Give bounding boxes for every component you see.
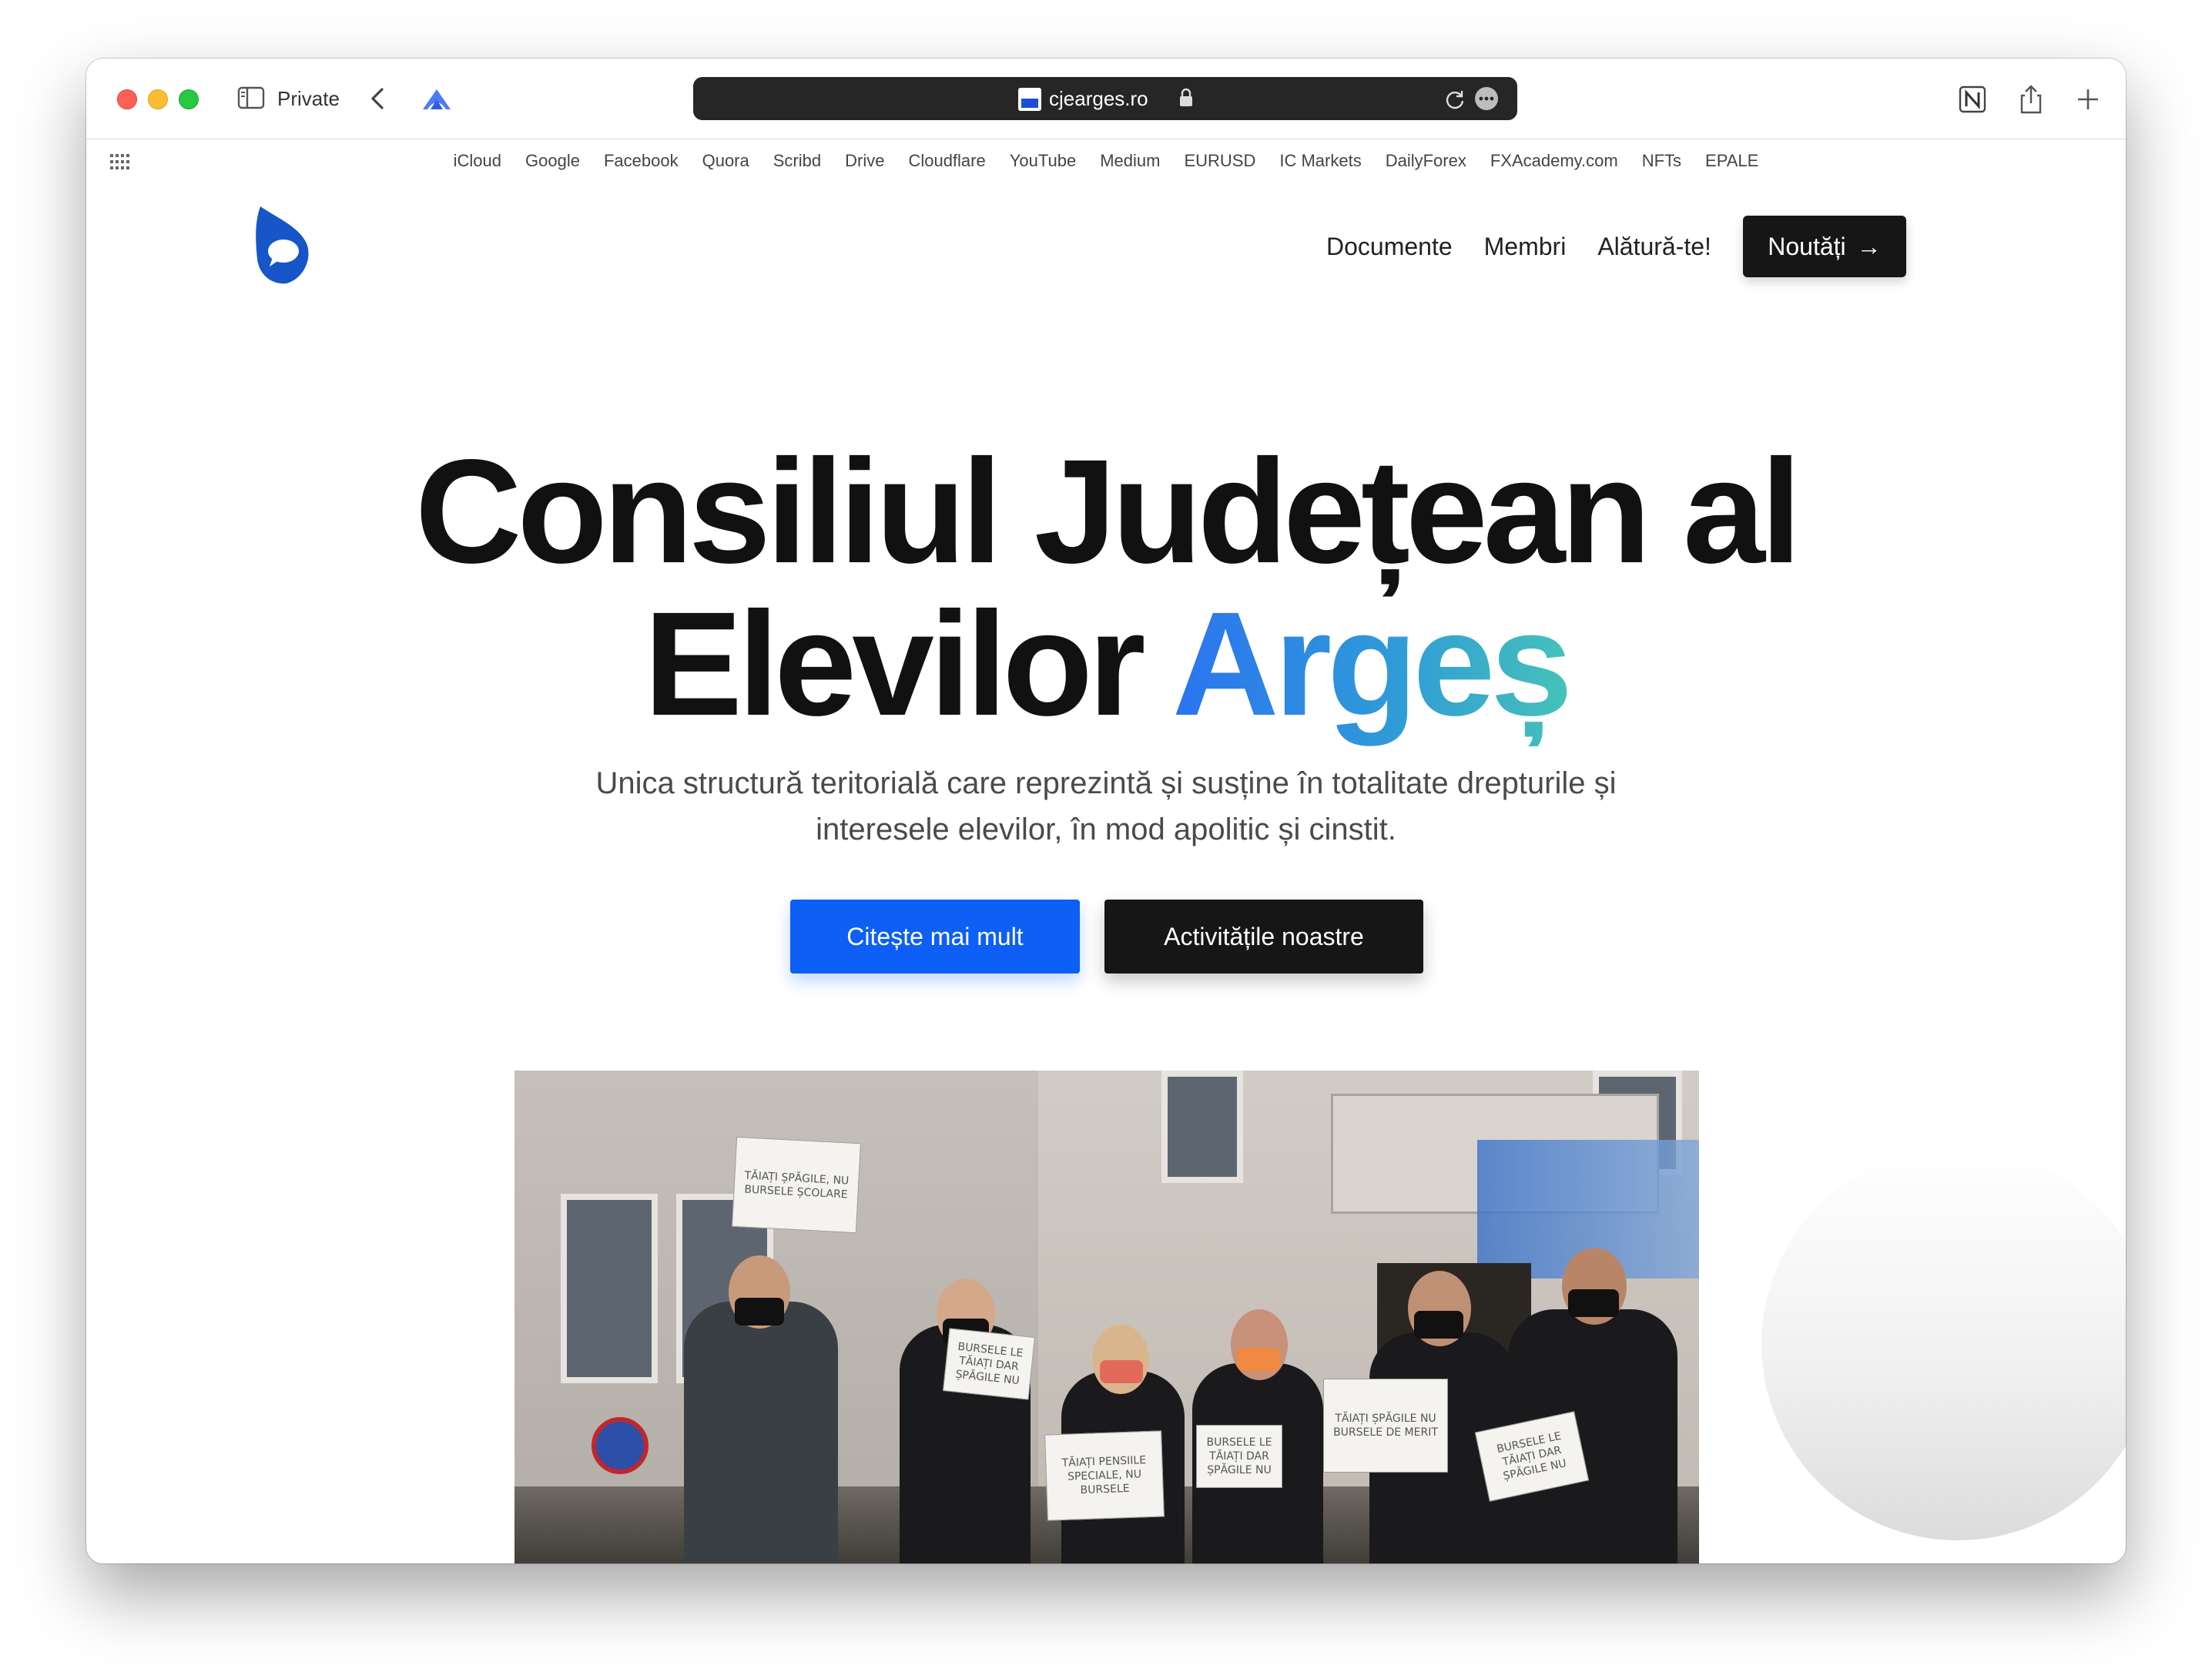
activities-button[interactable]: Activitățile noastre	[1104, 900, 1423, 974]
lock-icon	[1180, 88, 1192, 106]
favorite-fxacademy[interactable]: FXAcademy.com	[1490, 150, 1618, 172]
favorite-dailyforex[interactable]: DailyForex	[1386, 150, 1466, 172]
hero-title: Consiliul Județean al Elevilor Argeș	[86, 435, 2126, 740]
browser-window: Private cjearges.ro iCloud Google Facebo…	[86, 59, 2126, 1563]
nav-alatura-te[interactable]: Alătură-te!	[1597, 216, 1711, 277]
favorites-bar: iCloud Google Facebook Quora Scribd Driv…	[86, 139, 2126, 186]
hero-title-line2: Elevilor Argeș	[86, 588, 2126, 740]
site-logo-icon[interactable]	[253, 203, 310, 285]
main-nav: Documente Membri Alătură-te! Noutăți →	[1326, 216, 1906, 277]
address-bar[interactable]: cjearges.ro	[693, 77, 1517, 120]
private-mode-label: Private	[277, 87, 340, 110]
reload-icon[interactable]	[1443, 88, 1466, 111]
hero-photo-protest: TĂIAȚI ȘPĂGILE, NU BURSELE ȘCOLARE BURSE…	[514, 1071, 1699, 1563]
web-page: Documente Membri Alătură-te! Noutăți → C…	[86, 185, 2126, 1563]
favorite-icloud[interactable]: iCloud	[454, 150, 501, 172]
favorite-quora[interactable]: Quora	[702, 150, 749, 172]
share-icon[interactable]	[2015, 83, 2047, 116]
site-favicon	[1018, 88, 1041, 111]
favorite-drive[interactable]: Drive	[845, 150, 884, 172]
nav-membri[interactable]: Membri	[1484, 216, 1567, 277]
url-text: cjearges.ro	[1049, 87, 1148, 110]
hero-title-plain: Elevilor	[643, 581, 1172, 746]
decorative-circle	[1761, 1148, 2126, 1540]
minimize-window-button[interactable]	[148, 89, 168, 109]
noutati-label: Noutăți	[1768, 232, 1846, 260]
favorite-medium[interactable]: Medium	[1100, 150, 1160, 172]
no-parking-sign-icon	[592, 1417, 649, 1474]
hero-subtitle: Unica structură teritorială care reprezi…	[595, 766, 1617, 846]
favorite-eurusd[interactable]: EURUSD	[1184, 150, 1255, 172]
favorite-epale[interactable]: EPALE	[1705, 150, 1758, 172]
hero-title-accent: Argeș	[1171, 581, 1573, 746]
protest-sign-1: TĂIAȚI ȘPĂGILE, NU BURSELE ȘCOLARE	[732, 1136, 861, 1234]
favorite-youtube[interactable]: YouTube	[1010, 150, 1076, 172]
favorite-cloudflare[interactable]: Cloudflare	[908, 150, 985, 172]
new-tab-plus-icon[interactable]	[2072, 83, 2104, 116]
sidebar-toggle-icon[interactable]	[237, 86, 265, 109]
arrow-right-icon: →	[1856, 232, 1882, 260]
nav-documente[interactable]: Documente	[1326, 216, 1453, 277]
close-window-button[interactable]	[117, 89, 137, 109]
notion-icon[interactable]	[1956, 83, 1989, 116]
back-arrow-icon[interactable]	[367, 85, 388, 112]
protest-sign-4: BURSELE LE TĂIAȚI DAR ȘPĂGILE NU	[1196, 1425, 1282, 1488]
browser-toolbar: Private cjearges.ro	[86, 59, 2126, 139]
favorite-nfts[interactable]: NFTs	[1642, 150, 1681, 172]
favorites-list: iCloud Google Facebook Quora Scribd Driv…	[86, 150, 2126, 172]
protest-sign-3: TĂIAȚI PENSIILE SPECIALE, NU BURSELE	[1044, 1430, 1165, 1521]
fullscreen-window-button[interactable]	[179, 89, 199, 109]
favorite-facebook[interactable]: Facebook	[604, 150, 679, 172]
vpn-extension-icon[interactable]	[421, 85, 453, 114]
favorite-scribd[interactable]: Scribd	[773, 150, 821, 172]
protest-sign-2: BURSELE LE TĂIAȚI DAR ȘPĂGILE NU	[943, 1328, 1035, 1400]
read-more-button[interactable]: Citește mai mult	[790, 900, 1080, 974]
page-menu-icon[interactable]	[1474, 86, 1499, 111]
protest-sign-5: TĂIAȚI ȘPĂGILE NU BURSELE DE MERIT	[1323, 1379, 1448, 1473]
favorite-google[interactable]: Google	[525, 150, 580, 172]
hero-title-line1: Consiliul Județean al	[414, 428, 1801, 594]
noutati-button[interactable]: Noutăți →	[1742, 216, 1906, 277]
favorite-ic-markets[interactable]: IC Markets	[1279, 150, 1361, 172]
